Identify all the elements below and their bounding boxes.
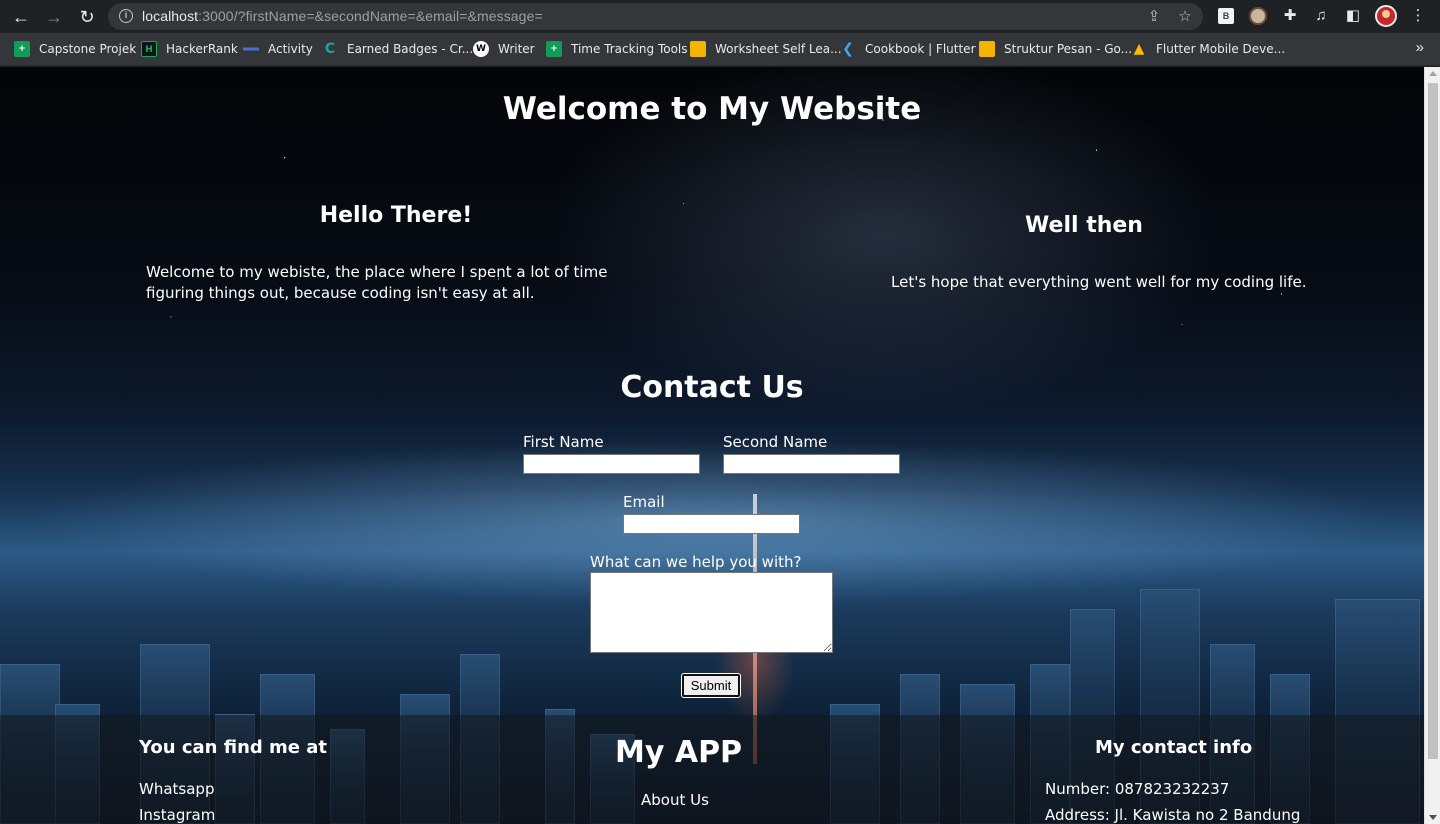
right-section-text: Let's hope that everything went well for…	[891, 273, 1307, 291]
first-name-label: First Name	[523, 433, 604, 451]
bookmark-earned-badges[interactable]: C Earned Badges - Cr...	[322, 40, 473, 58]
media-playlist-icon[interactable]: ♫	[1311, 6, 1331, 26]
first-name-input[interactable]	[523, 454, 700, 474]
bookmark-struktur-pesan[interactable]: Struktur Pesan - Go...	[979, 40, 1132, 58]
bookmark-label: Cookbook | Flutter	[865, 42, 976, 56]
coursera-badge-icon: C	[324, 41, 336, 57]
email-input[interactable]	[623, 514, 800, 534]
message-textarea[interactable]	[590, 572, 833, 653]
bookmark-star-icon[interactable]: ☆	[1175, 7, 1195, 27]
footer-link-about-us[interactable]: About Us	[641, 791, 709, 809]
side-panel-icon[interactable]: ◧	[1343, 6, 1363, 26]
bookmark-label: Flutter Mobile Deve...	[1156, 42, 1286, 56]
forward-arrow-icon[interactable]: →	[42, 5, 66, 29]
bookmark-flutter-mobile[interactable]: ▲ Flutter Mobile Deve...	[1131, 40, 1286, 58]
bookmark-label: Writer	[498, 42, 535, 56]
google-drive-icon: ▲	[1133, 41, 1145, 57]
url-host: localhost	[142, 8, 199, 24]
bookmark-label: HackerRank	[166, 42, 238, 56]
bookmark-writer[interactable]: W Writer	[473, 40, 535, 58]
left-section-title: Hello There!	[319, 203, 473, 228]
find-me-title: You can find me at	[139, 737, 328, 758]
back-arrow-icon[interactable]: ←	[9, 5, 33, 29]
message-label: What can we help you with?	[590, 553, 802, 571]
url-text[interactable]: localhost:3000/?firstName=&secondName=&e…	[142, 8, 543, 24]
bookmark-label: Time Tracking Tools	[571, 42, 688, 56]
footer-link-whatsapp[interactable]: Whatsapp	[139, 780, 214, 798]
contact-info-title: My contact info	[1095, 737, 1253, 758]
page-background: Welcome to My Website Hello There! Welco…	[0, 67, 1424, 824]
extensions-puzzle-icon[interactable]: ✚	[1280, 6, 1300, 26]
extension-face-icon[interactable]	[1249, 7, 1267, 25]
submit-button[interactable]: Submit	[681, 673, 741, 698]
bookmark-hackerrank[interactable]: H HackerRank	[141, 40, 238, 58]
hackerrank-icon: H	[141, 41, 157, 57]
bookmarks-overflow-icon[interactable]: »	[1416, 39, 1424, 56]
url-path: :3000/?firstName=&secondName=&email=&mes…	[198, 8, 543, 24]
browser-menu-icon[interactable]: ⋮	[1408, 6, 1428, 26]
share-icon[interactable]: ⇪	[1144, 7, 1164, 27]
right-section-title: Well then	[1025, 213, 1143, 238]
bookmark-label: Worksheet Self Lea...	[715, 42, 842, 56]
activity-icon	[243, 41, 259, 57]
slides-yellow-icon	[690, 41, 706, 57]
sheets-plus-icon: +	[14, 41, 30, 57]
bookmark-cookbook-flutter[interactable]: ❮ Cookbook | Flutter	[840, 40, 976, 58]
bookmark-label: Earned Badges - Cr...	[347, 42, 474, 56]
bookmark-activity[interactable]: Activity	[243, 40, 313, 58]
page-content: Welcome to My Website Hello There! Welco…	[0, 67, 1424, 824]
extension-b-icon[interactable]: B	[1218, 8, 1234, 24]
email-label: Email	[623, 493, 665, 511]
contact-number: Number: 087823232237	[1045, 780, 1230, 798]
bookmark-worksheet[interactable]: Worksheet Self Lea...	[690, 40, 842, 58]
reload-icon[interactable]: ↻	[75, 5, 99, 29]
slides-yellow-icon	[979, 41, 995, 57]
bookmark-capstone[interactable]: + Capstone Projek	[14, 40, 136, 58]
contact-address: Address: Jl. Kawista no 2 Bandung	[1045, 806, 1301, 824]
second-name-input[interactable]	[723, 454, 900, 474]
profile-avatar[interactable]	[1375, 5, 1397, 27]
second-name-label: Second Name	[723, 433, 828, 451]
footer-link-instagram[interactable]: Instagram	[139, 806, 215, 824]
footer: You can find me at Whatsapp Instagram My…	[0, 715, 1424, 824]
sheets-plus-icon: +	[546, 41, 562, 57]
site-info-icon[interactable]: i	[119, 9, 133, 23]
scroll-thumb[interactable]	[1428, 83, 1438, 759]
bookmark-label: Activity	[268, 42, 313, 56]
left-section-text: Welcome to my webiste, the place where I…	[146, 263, 608, 302]
bookmark-label: Struktur Pesan - Go...	[1004, 42, 1133, 56]
contact-title: Contact Us	[620, 370, 804, 405]
scroll-down-arrow-icon[interactable]	[1429, 815, 1437, 820]
page-scrollbar[interactable]	[1424, 67, 1440, 824]
flutter-icon: ❮	[842, 41, 854, 57]
page-title: Welcome to My Website	[502, 91, 922, 127]
bookmark-label: Capstone Projek	[39, 42, 137, 56]
footer-brand: My APP	[615, 735, 743, 770]
browser-toolbar: ← → ↻ i localhost:3000/?firstName=&secon…	[0, 0, 1440, 33]
bookmarks-bar: + Capstone Projek H HackerRank Activity …	[0, 33, 1440, 66]
writer-w-icon: W	[473, 41, 489, 57]
address-bar[interactable]: i localhost:3000/?firstName=&secondName=…	[108, 3, 1203, 30]
bookmark-time-tracking[interactable]: + Time Tracking Tools	[546, 40, 688, 58]
scroll-up-arrow-icon[interactable]	[1429, 71, 1437, 76]
